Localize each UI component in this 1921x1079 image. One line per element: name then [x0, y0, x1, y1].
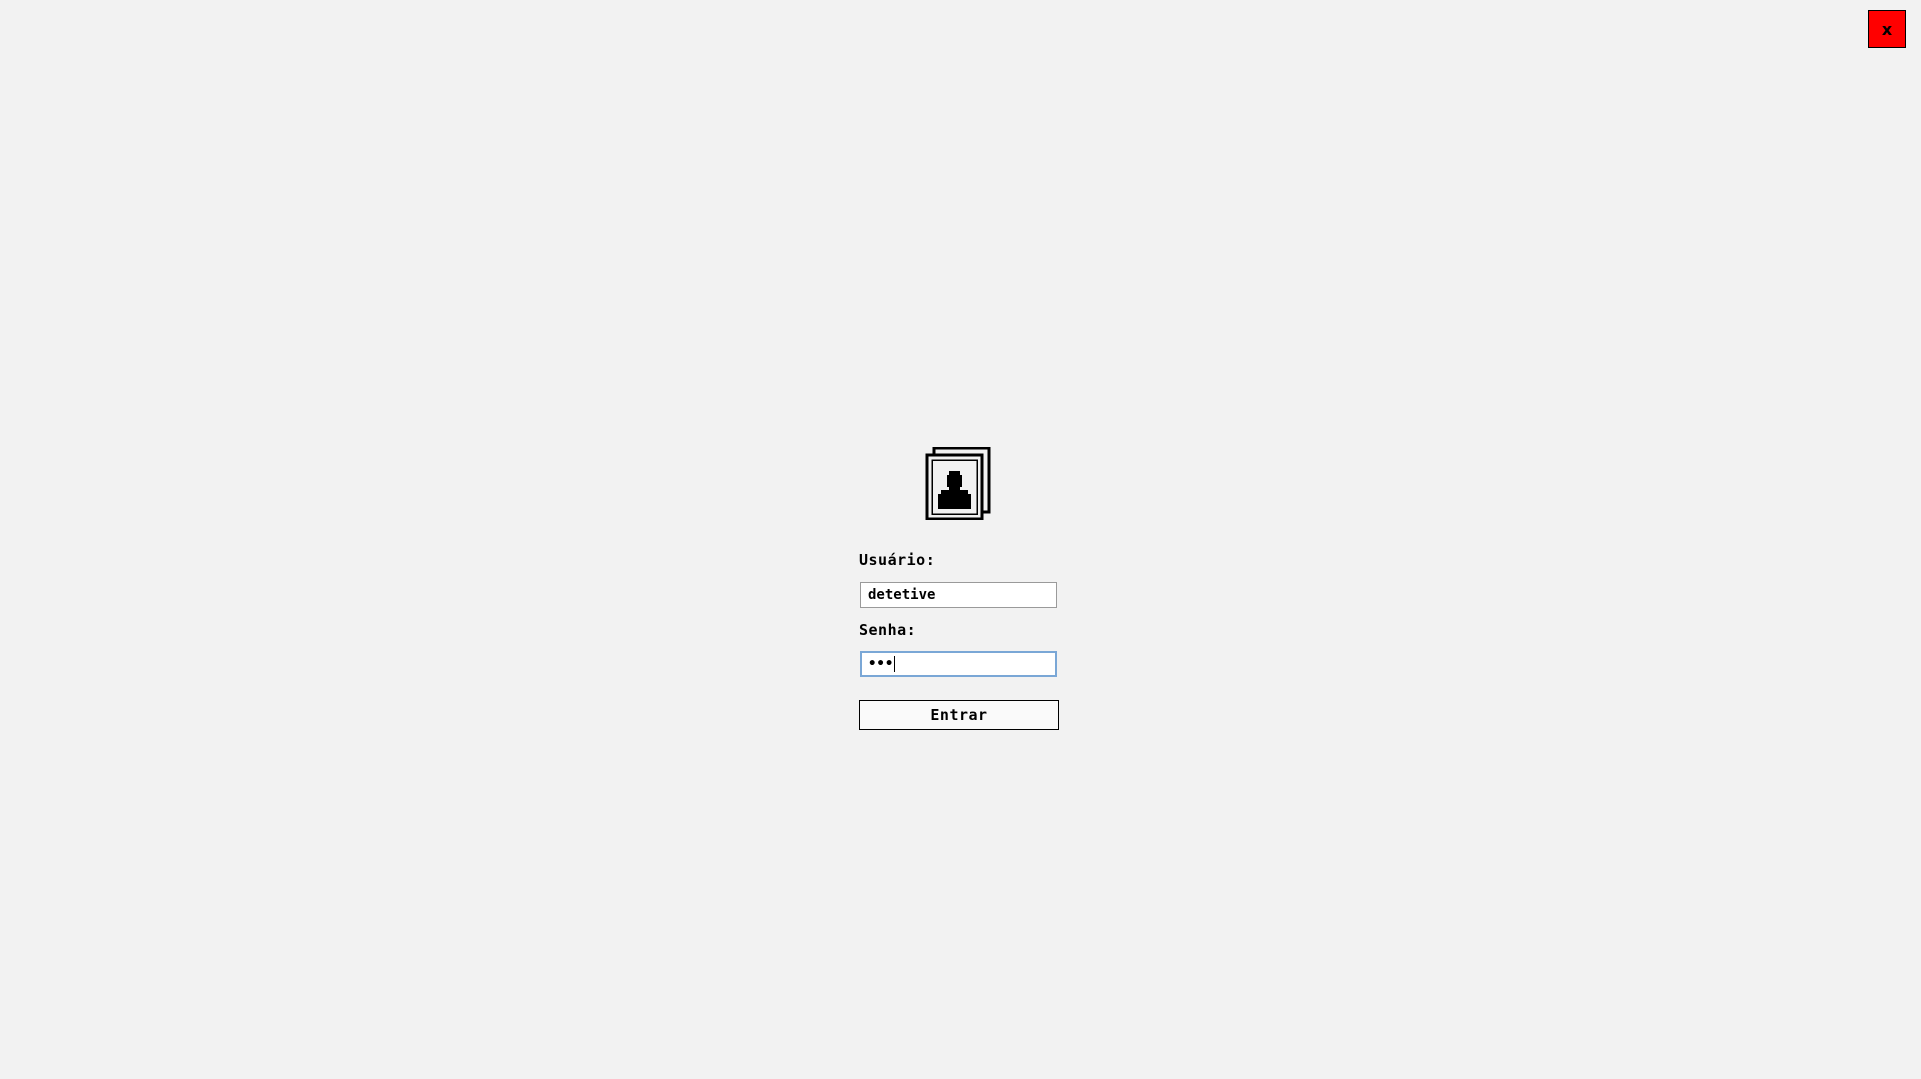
- close-icon: x: [1881, 19, 1893, 39]
- login-button[interactable]: Entrar: [859, 700, 1059, 730]
- password-label: Senha:: [859, 621, 917, 639]
- password-field[interactable]: •••: [860, 651, 1057, 677]
- username-label: Usuário:: [859, 551, 936, 569]
- username-field[interactable]: detetive: [860, 582, 1057, 608]
- text-caret: [894, 656, 896, 672]
- login-button-label: Entrar: [930, 706, 988, 724]
- close-button[interactable]: x: [1868, 10, 1906, 48]
- password-value: •••: [868, 656, 894, 672]
- user-profile-icon: [925, 447, 991, 520]
- username-value: detetive: [868, 587, 936, 603]
